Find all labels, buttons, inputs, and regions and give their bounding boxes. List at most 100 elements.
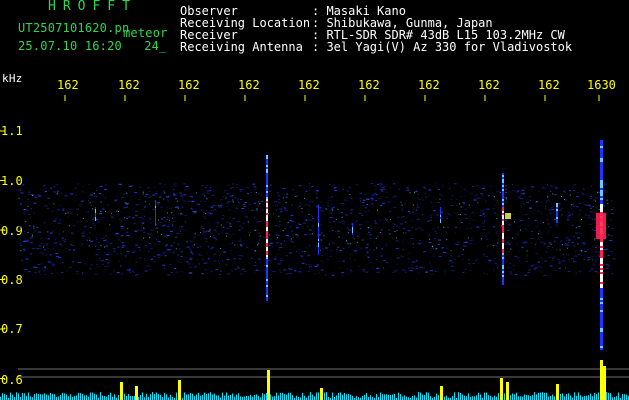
noise-speck (460, 186, 462, 188)
noise-speck (381, 190, 383, 192)
noise-speck (198, 254, 201, 256)
echo-segment (502, 217, 504, 219)
noise-speck (145, 193, 149, 195)
noise-speck (244, 270, 246, 272)
noise-speck (97, 266, 99, 268)
level-spike (120, 382, 123, 400)
echo-segment (600, 178, 603, 180)
echo-segment (556, 213, 558, 215)
level-bar (462, 394, 463, 400)
noise-speck (579, 271, 581, 273)
noise-speck (535, 252, 539, 254)
noise-speck (74, 187, 77, 189)
noise-speck (370, 228, 373, 229)
noise-speck (239, 190, 242, 192)
noise-speck (124, 190, 127, 192)
noise-speck (514, 255, 518, 257)
noise-speck (20, 240, 22, 242)
noise-speck (469, 227, 473, 229)
noise-speck (144, 270, 148, 272)
noise-speck (92, 222, 95, 224)
noise-speck (332, 242, 335, 244)
noise-speck (574, 255, 578, 257)
noise-speck (494, 212, 496, 214)
noise-speck (514, 190, 516, 192)
level-bar (472, 396, 473, 400)
noise-speck (208, 257, 211, 259)
noise-speck (29, 237, 33, 239)
noise-speck (389, 211, 392, 212)
echo-segment (266, 227, 268, 229)
noise-speck-bright (143, 237, 145, 239)
noise-speck (279, 269, 282, 271)
noise-speck (216, 239, 218, 241)
echo-segment (266, 245, 268, 247)
noise-speck-bright (143, 227, 145, 229)
noise-speck (329, 222, 331, 223)
noise-speck (221, 251, 223, 253)
echo-segment (266, 243, 268, 245)
noise-speck (203, 201, 206, 202)
level-bar (398, 392, 399, 400)
noise-speck (378, 219, 382, 221)
level-bar (390, 394, 391, 400)
noise-speck (141, 222, 145, 223)
noise-speck (93, 217, 96, 219)
noise-speck (58, 257, 62, 258)
noise-speck (193, 266, 197, 268)
noise-speck (381, 248, 383, 250)
echo-segment (502, 193, 504, 195)
noise-speck (589, 206, 591, 207)
echo-segment (266, 213, 268, 215)
noise-speck (431, 228, 435, 230)
noise-speck (142, 231, 146, 233)
noise-speck (474, 194, 478, 196)
noise-speck (594, 260, 597, 262)
noise-speck (115, 233, 118, 235)
level-spike (556, 384, 559, 400)
echo-segment (600, 162, 603, 164)
noise-speck (290, 226, 292, 228)
echo-segment (318, 243, 319, 245)
noise-speck (258, 236, 261, 237)
noise-speck (28, 229, 30, 231)
noise-speck (232, 218, 235, 219)
noise-speck-bright (171, 212, 173, 214)
noise-speck (524, 274, 528, 276)
noise-speck (512, 264, 516, 266)
noise-speck (508, 243, 511, 245)
echo-segment (155, 218, 156, 220)
echo-segment (502, 177, 504, 179)
noise-speck (197, 234, 200, 236)
noise-speck (139, 250, 141, 252)
noise-speck-bright (156, 231, 158, 233)
echo-segment (266, 193, 268, 195)
echo-segment (502, 183, 504, 185)
noise-speck (207, 273, 210, 274)
echo-segment (318, 245, 319, 247)
noise-speck (374, 185, 376, 187)
noise-speck (110, 273, 112, 275)
noise-speck (320, 269, 324, 271)
noise-speck (511, 214, 515, 215)
noise-speck (316, 264, 319, 266)
noise-speck (204, 238, 208, 240)
noise-speck (383, 186, 387, 188)
noise-speck (315, 190, 319, 192)
echo-segment (502, 187, 504, 189)
noise-speck (531, 230, 533, 232)
noise-speck (499, 223, 502, 225)
level-bar (108, 394, 109, 400)
level-bar (246, 396, 247, 400)
noise-speck-bright (575, 227, 577, 229)
noise-speck (200, 255, 203, 257)
level-bar (100, 392, 101, 400)
noise-speck (22, 184, 25, 186)
echo-segment (556, 205, 558, 207)
echo-segment (266, 179, 268, 181)
noise-speck (405, 221, 407, 223)
level-bar (196, 394, 197, 400)
y-axis-unit: kHz (2, 72, 23, 85)
noise-speck (350, 209, 354, 211)
echo-segment (440, 207, 441, 209)
